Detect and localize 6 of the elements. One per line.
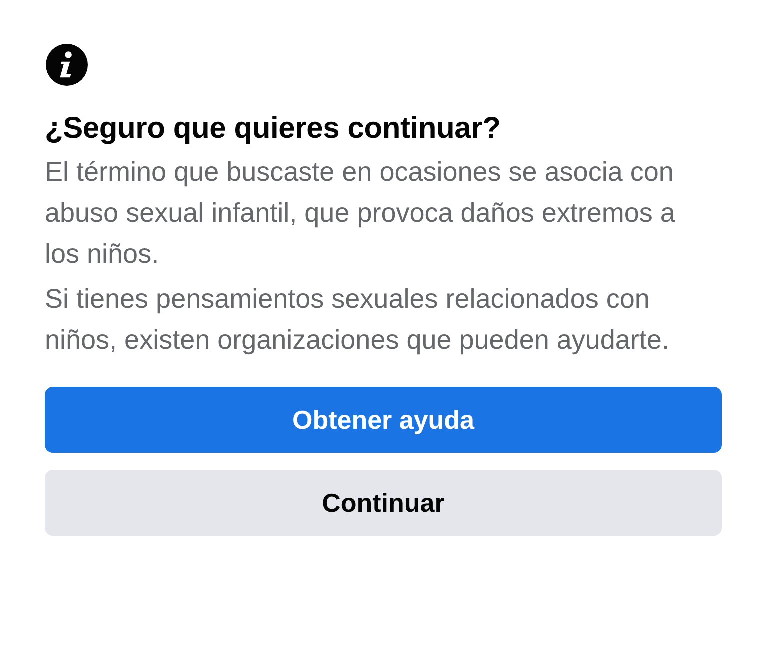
continue-button[interactable]: Continuar bbox=[45, 470, 722, 536]
dialog-title: ¿Seguro que quieres continuar? bbox=[45, 112, 502, 146]
info-icon bbox=[46, 44, 88, 86]
get-help-button[interactable]: Obtener ayuda bbox=[45, 387, 722, 453]
warning-text: Si tienes pensamientos sexuales relacionados con niños, existen organizaciones que pueden ayudarte. bbox=[45, 283, 670, 357]
warning-text: El término que buscaste en ocasiones se asocia con abuso sexual infantil, que provoca daños extremos a los niños. bbox=[45, 156, 676, 271]
